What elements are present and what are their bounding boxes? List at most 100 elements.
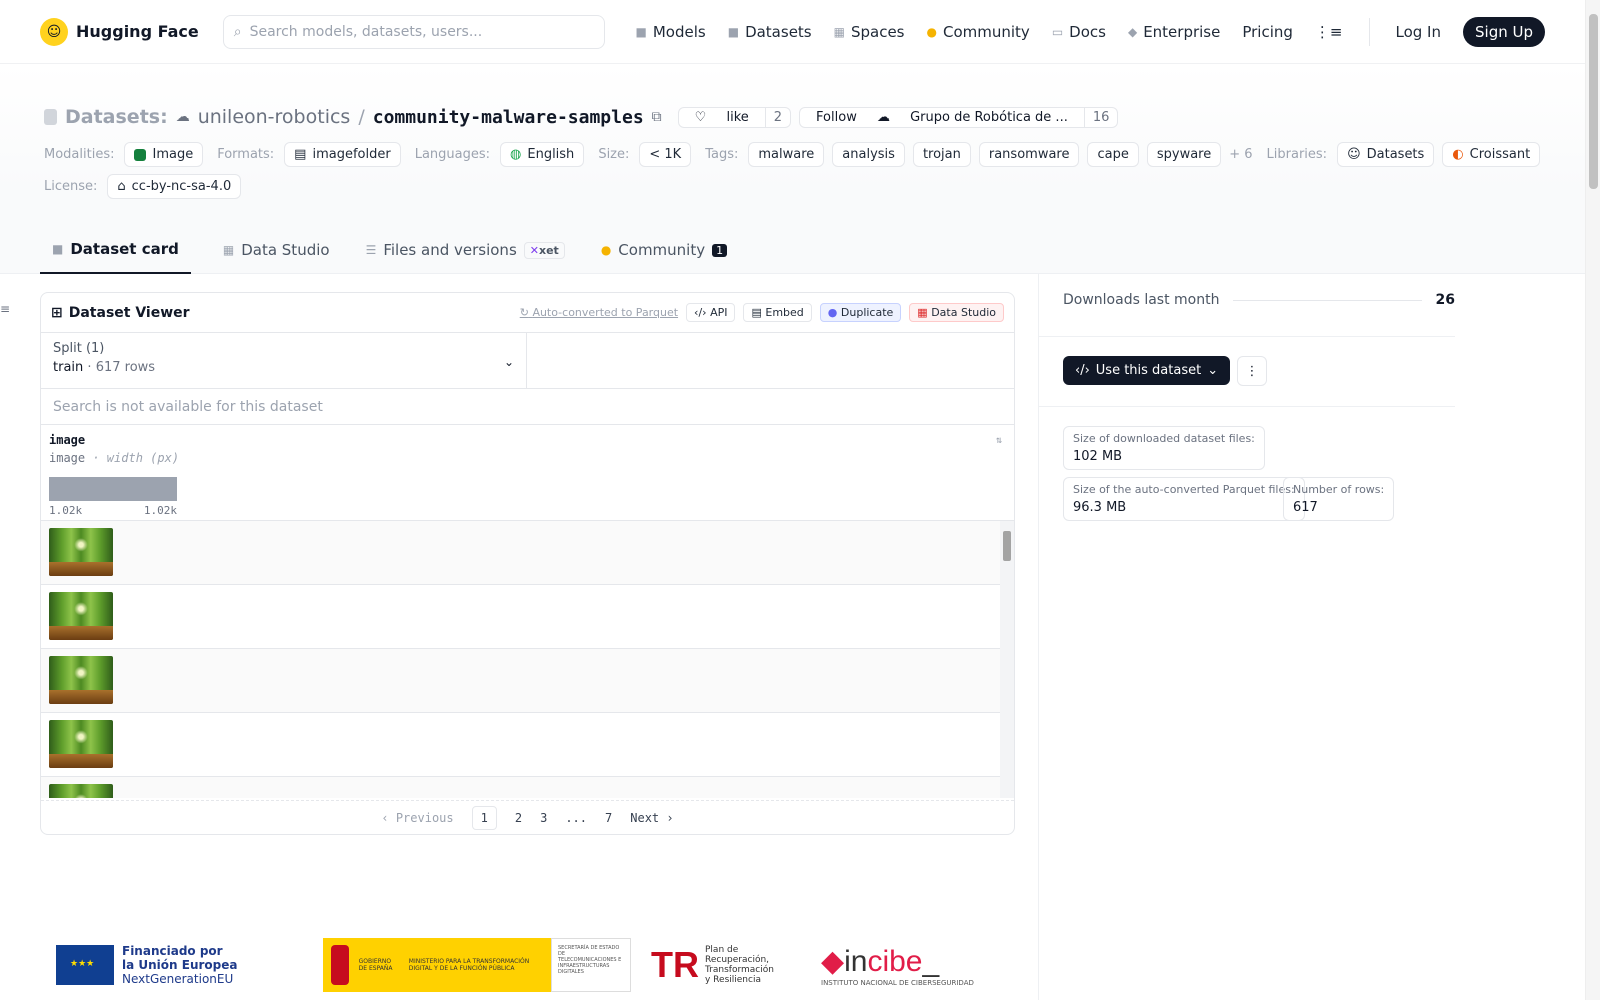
tab-files[interactable]: ☰ Files and versions ✕xet (362, 226, 569, 274)
page-scrollbar[interactable] (1585, 0, 1600, 1000)
more-menu-button[interactable]: ⋮≡ (1315, 23, 1343, 41)
more-tags-button[interactable]: + 6 (1229, 147, 1252, 162)
nav-enterprise[interactable]: ◆ Enterprise (1128, 23, 1220, 41)
org-link[interactable]: unileon-robotics (198, 106, 351, 128)
column-header-image[interactable]: image image · width (px) 1.02k 1.02k ⇅ (41, 425, 1014, 521)
tab-data-studio[interactable]: ▦ Data Studio (219, 226, 334, 274)
nav-datasets[interactable]: ■ Datasets (728, 23, 812, 41)
search-box[interactable]: ⌕ (222, 14, 605, 49)
image-thumbnail[interactable] (49, 656, 113, 704)
data-studio-button[interactable]: ▦ Data Studio (909, 303, 1004, 322)
divider (1039, 406, 1455, 407)
library-text: Croissant (1469, 147, 1531, 162)
size-chip[interactable]: < 1K (639, 142, 692, 167)
tag-chip[interactable]: spyware (1146, 142, 1222, 167)
image-thumbnail[interactable] (49, 528, 113, 576)
repo-title-line: Datasets: ☁ unileon-robotics / community… (44, 106, 1119, 128)
nav-datasets-label: Datasets (745, 22, 812, 41)
sidebar-toggle-icon[interactable]: ≡ (0, 302, 10, 316)
nav-community[interactable]: ● Community (927, 23, 1030, 41)
tag-chip[interactable]: cape (1087, 142, 1139, 167)
code-icon: ‹/› (694, 306, 707, 319)
tab-label: Community (618, 241, 706, 259)
nav-models[interactable]: ■ Models (636, 23, 706, 41)
tag-chip[interactable]: malware (748, 142, 825, 167)
stat-label: Size of downloaded dataset files: (1073, 432, 1255, 445)
license-chip[interactable]: ⌂ cc-by-nc-sa-4.0 (107, 174, 242, 199)
follow-org: Grupo de Robótica de ... (910, 109, 1068, 125)
tag-chip[interactable]: trojan (912, 142, 971, 167)
eu-line1: Financiado por (122, 944, 223, 958)
like-count: 2 (764, 107, 790, 127)
embed-button[interactable]: ▤ Embed (743, 303, 812, 322)
prtr-logo: TR Plan de Recuperación, Transformación … (651, 944, 801, 986)
histogram-bar[interactable] (49, 477, 177, 501)
table-row[interactable] (41, 713, 1014, 777)
page-button[interactable]: 2 (515, 811, 522, 825)
duplicate-icon: ● (827, 306, 838, 319)
chevron-down-icon: ⌄ (1207, 363, 1219, 378)
repo-name[interactable]: community-malware-samples (373, 107, 644, 128)
format-chip[interactable]: ▤ imagefolder (284, 142, 401, 167)
code-icon: ‹/› (1075, 363, 1090, 378)
org-avatar-icon: ☁ (175, 109, 190, 125)
auto-converted-link[interactable]: ↻ Auto-converted to Parquet (520, 306, 678, 319)
enterprise-icon: ◆ (1127, 24, 1138, 39)
viewer-scrollbar[interactable] (1000, 521, 1014, 798)
viewer-header: ⊞ Dataset Viewer ↻ Auto-converted to Parq… (41, 293, 1014, 333)
nav-pricing[interactable]: Pricing (1242, 23, 1293, 41)
use-dataset-button[interactable]: ‹/› Use this dataset ⌄ (1063, 356, 1231, 385)
duplicate-button[interactable]: ● Duplicate (819, 303, 902, 322)
tag-chip[interactable]: ransomware (978, 142, 1080, 167)
page-button[interactable]: 1 (471, 805, 497, 830)
library-chip-croissant[interactable]: ◐ Croissant (1442, 142, 1541, 167)
page-scrollbar-thumb[interactable] (1589, 14, 1598, 189)
library-chip-datasets[interactable]: ☺ Datasets (1337, 142, 1435, 167)
split-selector[interactable]: Split (1) train · 617 rows ⌄ (41, 333, 527, 388)
follow-text: Follow (816, 109, 857, 125)
image-thumbnail[interactable] (49, 784, 113, 798)
page-button[interactable]: 7 (605, 811, 612, 825)
incibe-c: _ (922, 944, 940, 978)
brand-link[interactable]: ☺ Hugging Face (40, 17, 199, 46)
scrollbar-thumb[interactable] (1003, 531, 1011, 561)
repo-tabs: ■ Dataset card ▦ Data Studio ☰ Files and ve… (40, 226, 731, 274)
like-text: like (726, 109, 749, 125)
like-button[interactable]: ♡ like 2 (677, 106, 792, 128)
brand-name: Hugging Face (76, 22, 199, 41)
sort-icon[interactable]: ⇅ (996, 435, 1002, 446)
tab-community[interactable]: ● Community 1 (597, 226, 731, 274)
image-thumbnail[interactable] (49, 592, 113, 640)
table-row[interactable] (41, 777, 1014, 798)
login-link[interactable]: Log In (1396, 23, 1442, 41)
repo-type-label[interactable]: Datasets: (65, 106, 168, 128)
book-icon: ▭ (1051, 24, 1064, 39)
page-button[interactable]: 3 (540, 811, 547, 825)
tag-chip[interactable]: analysis (832, 142, 905, 167)
incibe-diamond-icon: ◆ (821, 944, 845, 978)
table-row[interactable] (41, 649, 1014, 713)
table-row[interactable] (41, 585, 1014, 649)
next-page-button[interactable]: Next › (630, 811, 673, 825)
image-thumbnail[interactable] (49, 720, 113, 768)
follow-button[interactable]: Follow ☁ Grupo de Robótica de ... 16 (799, 106, 1119, 128)
nav-docs[interactable]: ▭ Docs (1052, 23, 1106, 41)
repo-header: Datasets: ☁ unileon-robotics / community… (0, 64, 1585, 274)
viewer-title: ⊞ Dataset Viewer (51, 305, 190, 321)
previous-page-button[interactable]: ‹ Previous (381, 811, 453, 825)
table-icon: ▦ (222, 243, 235, 257)
signup-button[interactable]: Sign Up (1463, 16, 1545, 47)
modality-chip[interactable]: Image (124, 142, 204, 167)
nav-pricing-label: Pricing (1242, 22, 1293, 41)
search-icon: ⌕ (233, 23, 242, 40)
tab-dataset-card[interactable]: ■ Dataset card (40, 226, 191, 274)
more-options-button[interactable]: ⋮ (1237, 356, 1267, 386)
nav-spaces[interactable]: ▦ Spaces (834, 23, 905, 41)
language-chip[interactable]: ◍ English (500, 142, 585, 167)
search-input[interactable] (249, 23, 570, 40)
split-row: Split (1) train · 617 rows ⌄ (41, 333, 1014, 389)
xet-icon: ✕ (529, 243, 539, 257)
copy-icon[interactable]: ⧉ (652, 109, 662, 125)
table-row[interactable] (41, 521, 1014, 585)
api-button[interactable]: ‹/› API (686, 303, 736, 322)
